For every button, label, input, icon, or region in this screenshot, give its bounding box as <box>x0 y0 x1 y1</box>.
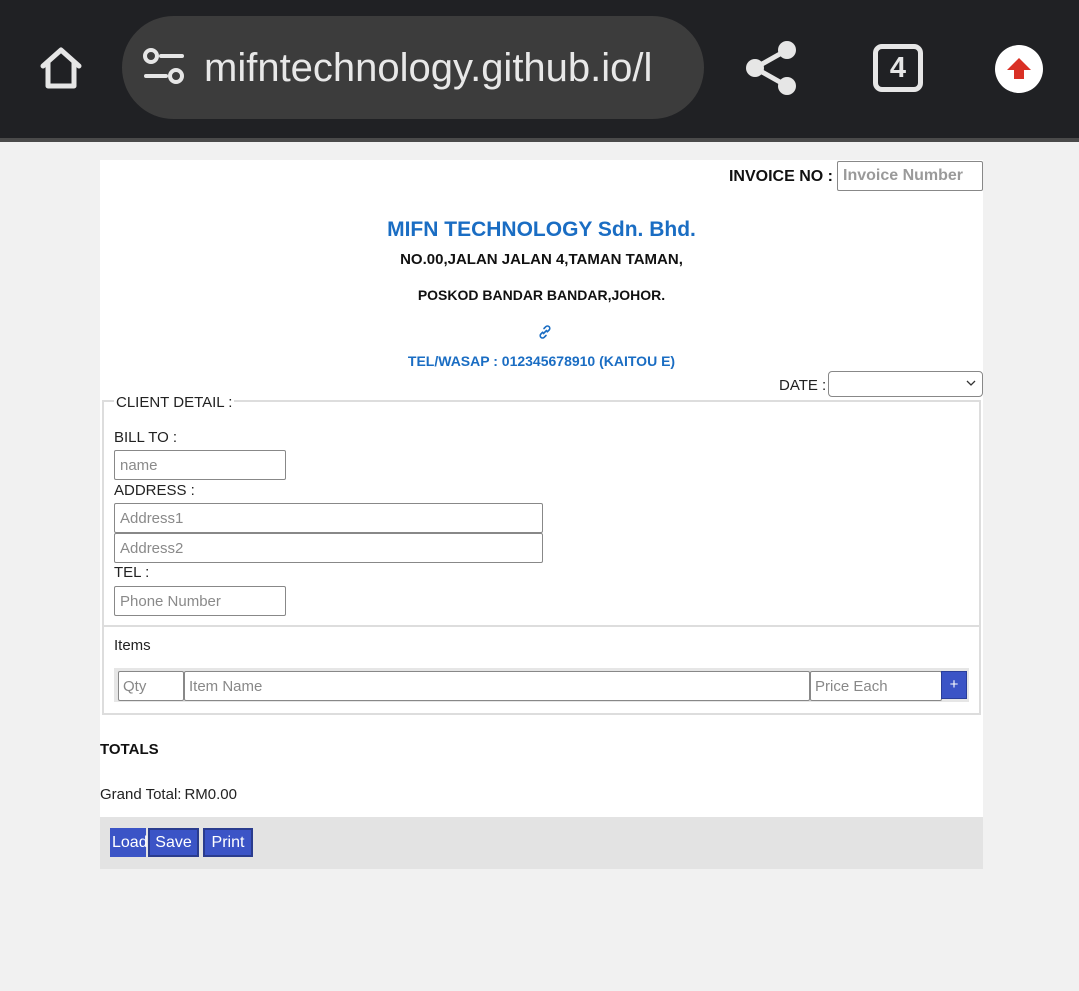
address-label: ADDRESS : <box>114 482 195 499</box>
link-icon[interactable] <box>537 324 553 340</box>
item-name-input[interactable] <box>184 671 810 701</box>
action-bar: Load Save Print <box>100 817 983 869</box>
invoice-number-input[interactable] <box>837 161 983 191</box>
update-button[interactable] <box>995 45 1043 93</box>
tab-switcher-button[interactable]: 4 <box>873 44 923 92</box>
page-info-icon[interactable] <box>142 46 186 88</box>
company-tel: TEL/WASAP : 012345678910 (KAITOU E) <box>407 353 676 369</box>
save-button[interactable]: Save <box>148 828 199 857</box>
items-title: Items <box>114 637 151 654</box>
url-text[interactable]: mifntechnology.github.io/l <box>204 40 684 96</box>
load-button[interactable]: Load <box>110 828 148 857</box>
chevron-down-icon <box>966 380 976 386</box>
qty-input[interactable] <box>118 671 184 701</box>
bill-to-label: BILL TO : <box>114 429 178 446</box>
client-detail-fieldset: CLIENT DETAIL : BILL TO : ADDRESS : TEL … <box>102 394 981 627</box>
invoice-page: INVOICE NO : MIFN TECHNOLOGY Sdn. Bhd. N… <box>100 160 983 817</box>
tel-label: TEL : <box>114 564 150 581</box>
grand-total-label: Grand Total: <box>100 786 182 803</box>
add-item-button[interactable]: + <box>941 671 967 699</box>
client-detail-legend: CLIENT DETAIL : <box>114 394 235 411</box>
address1-input[interactable] <box>114 503 543 533</box>
address2-input[interactable] <box>114 533 543 563</box>
date-label: DATE : <box>779 377 827 394</box>
client-name-input[interactable] <box>114 450 286 480</box>
browser-toolbar: mifntechnology.github.io/l 4 <box>0 0 1079 138</box>
toolbar-divider <box>0 138 1079 142</box>
phone-input[interactable] <box>114 586 286 616</box>
totals-heading: TOTALS <box>100 741 159 758</box>
grand-total-value: RM0.00 <box>184 786 237 803</box>
invoice-number-label: INVOICE NO : <box>728 168 833 185</box>
date-select[interactable] <box>828 371 983 397</box>
home-button[interactable] <box>32 40 90 96</box>
print-button[interactable]: Print <box>203 828 253 857</box>
price-each-input[interactable] <box>810 671 942 701</box>
company-name: MIFN TECHNOLOGY Sdn. Bhd. <box>387 218 696 241</box>
address-bar[interactable]: mifntechnology.github.io/l <box>122 16 704 119</box>
update-icon <box>1007 58 1031 79</box>
company-address-line1: NO.00,JALAN JALAN 4,TAMAN TAMAN, <box>400 251 683 268</box>
item-entry-row: + <box>114 668 969 702</box>
company-address-line2: POSKOD BANDAR BANDAR,JOHOR. <box>417 287 666 303</box>
home-icon <box>40 47 82 89</box>
grand-total: Grand Total: RM0.00 <box>100 786 237 803</box>
items-section: Items + <box>102 625 981 715</box>
share-icon[interactable] <box>742 38 800 98</box>
